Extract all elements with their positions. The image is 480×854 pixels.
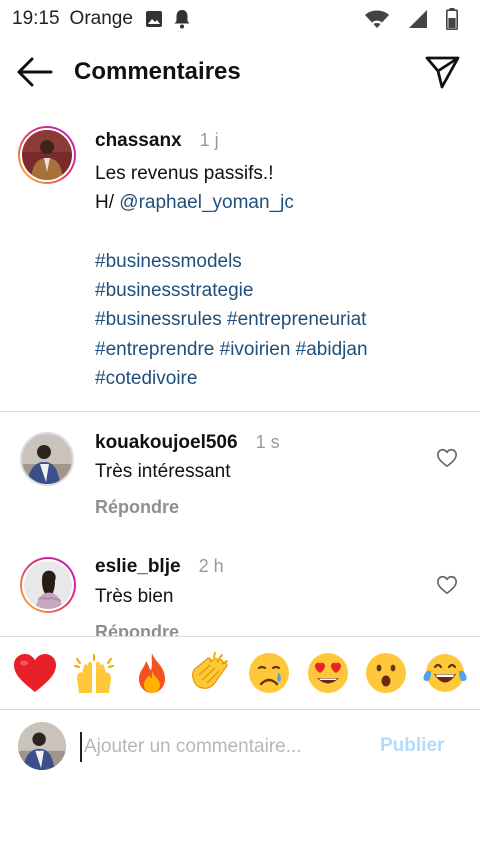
hashtag-line[interactable]: #entreprendre #ivoirien #abidjan [95,335,465,364]
comment-meta: eslie_blje 2 h [95,556,224,578]
avatar-photo [24,561,72,609]
emoji-raised-hands-button[interactable] [70,649,118,697]
hashtag-line[interactable]: #businessmodels [95,247,465,276]
mention-link[interactable]: @raphael_yoman_jc [119,192,294,213]
hashtag-line[interactable]: #businessrules #entrepreneuriat [95,305,465,334]
emoji-crying-face-button[interactable] [245,649,293,697]
hashtag-line[interactable]: #businessstrategie [95,276,465,305]
comments-list: kouakoujoel506 1 s Très intéressant Répon… [0,412,480,636]
emoji-heart-eyes-button[interactable] [304,649,352,697]
battery-icon [446,8,458,30]
caption-text: Les revenus passifs.! H/ @raphael_yoman_… [95,159,465,393]
status-time: 19:15 [12,8,60,29]
heart-outline-icon[interactable] [436,574,458,596]
page-title: Commentaires [74,58,241,85]
notification-bell-icon [173,9,191,29]
emoji-clapping-button[interactable] [187,649,235,697]
reply-button[interactable]: Répondre [95,497,179,518]
avatar[interactable] [18,126,76,184]
signal-icon [408,9,428,29]
caption-time-ago: 1 j [199,130,219,150]
avatar [18,722,66,770]
caption-username[interactable]: chassanx [95,130,182,151]
avatar[interactable] [20,557,76,613]
emoji-fire-button[interactable] [128,649,176,697]
comment-time-ago: 1 s [255,432,280,452]
comment-text: Très intéressant [95,461,231,482]
status-bar: 19:15 Orange [0,0,480,38]
post-caption: chassanx 1 j Les revenus passifs.! H/ @ra… [0,106,480,412]
avatar[interactable] [20,432,74,486]
header: Commentaires [0,38,480,106]
caption-line: Les revenus passifs.! [95,163,274,184]
status-carrier: Orange [69,8,133,29]
wifi-icon [364,9,390,29]
emoji-tears-of-joy-button[interactable] [421,649,469,697]
emoji-reaction-bar [0,637,480,709]
caption-prefix: H/ [95,192,120,214]
avatar-photo [22,434,72,484]
comment-composer: Publier [0,710,480,782]
heart-outline-icon[interactable] [436,447,458,469]
comment-item: eslie_blje 2 h Très bien Répondre [0,536,480,636]
caption-line-mention: H/ @raphael_yoman_jc [95,188,465,217]
comment-meta: kouakoujoel506 1 s [95,432,280,454]
comment-username[interactable]: eslie_blje [95,556,181,577]
emoji-heart-button[interactable] [11,649,59,697]
send-icon[interactable] [424,54,462,90]
reply-button[interactable]: Répondre [95,622,179,636]
avatar-photo [18,722,66,770]
comment-text: Très bien [95,586,174,607]
caption-meta: chassanx 1 j [95,130,219,152]
image-icon [145,10,163,28]
publish-button[interactable]: Publier [380,735,444,757]
comment-item: kouakoujoel506 1 s Très intéressant Répon… [0,412,480,532]
comment-input[interactable] [80,732,370,762]
avatar-photo [22,130,72,180]
comment-time-ago: 2 h [198,556,224,576]
comment-username[interactable]: kouakoujoel506 [95,432,238,453]
hashtag-line[interactable]: #cotedivoire [95,364,465,393]
emoji-surprised-face-button[interactable] [362,649,410,697]
back-arrow-icon[interactable] [16,56,54,88]
